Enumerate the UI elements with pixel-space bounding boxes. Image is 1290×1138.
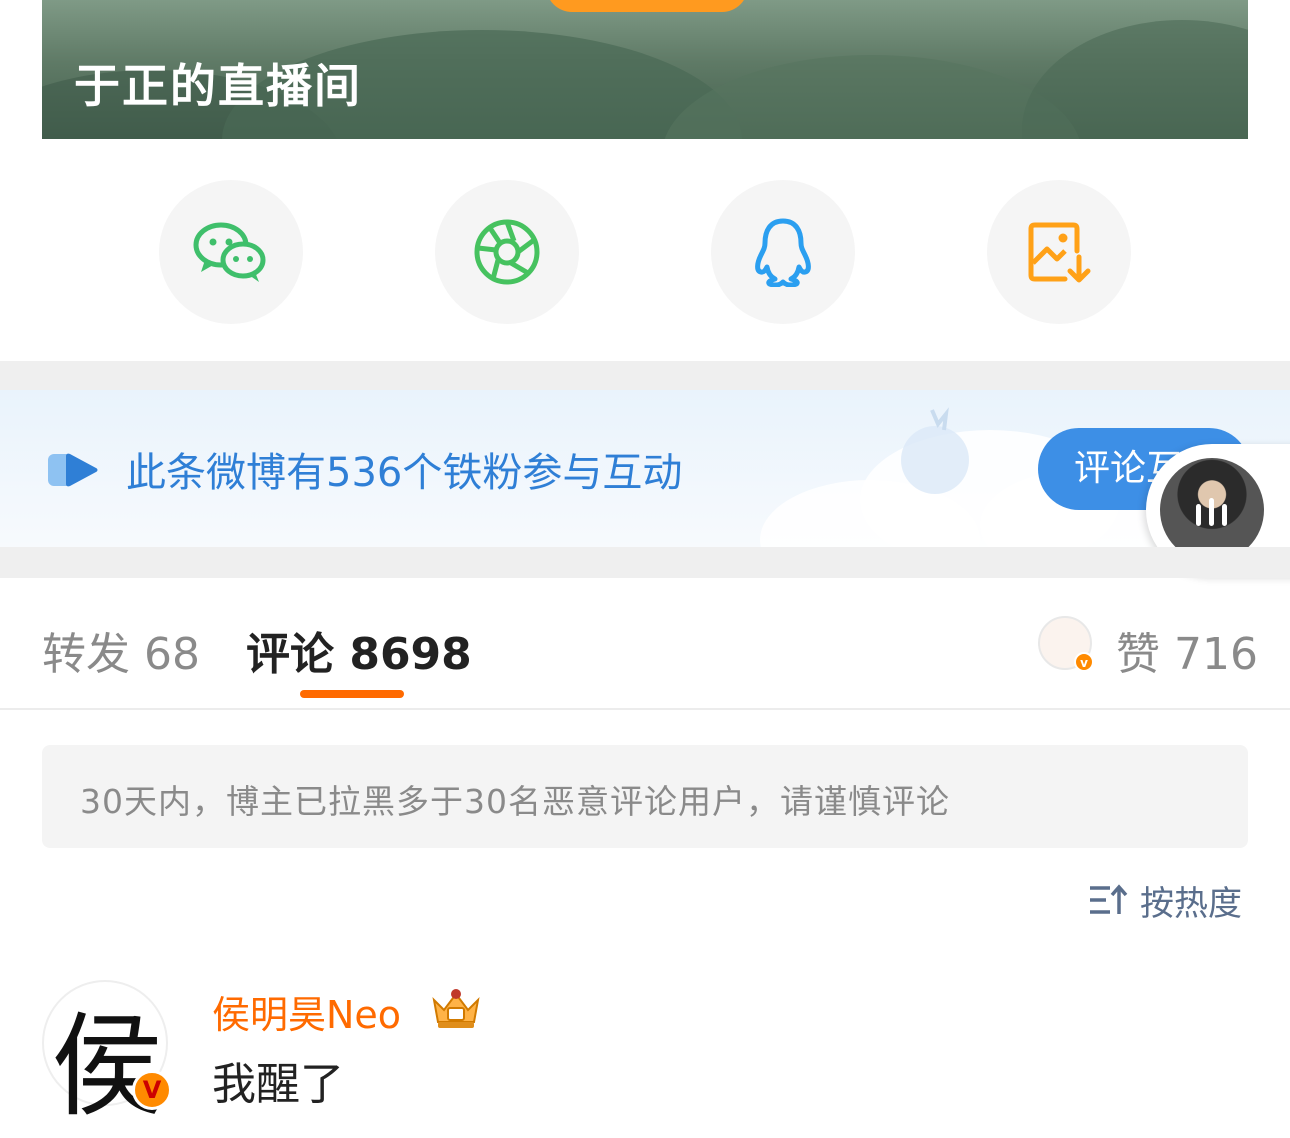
avatar-glyph: 侯	[51, 1002, 163, 1132]
crown-badge-icon	[432, 989, 480, 1028]
fans-decoration-icon	[901, 407, 969, 494]
comment-notice: 30天内，博主已拉黑多于30名恶意评论用户，请谨慎评论	[42, 745, 1248, 848]
sort-by-hot-button[interactable]: 按热度	[1088, 878, 1242, 924]
liker-avatar[interactable]: v	[1038, 616, 1094, 672]
tab-comment[interactable]: 评论 8698	[246, 618, 472, 682]
interaction-tabs: 转发 68 评论 8698 v 赞 716	[0, 578, 1290, 710]
share-row	[0, 180, 1290, 325]
commenter-avatar[interactable]: 侯 V	[42, 980, 172, 1132]
verified-badge: V	[132, 1070, 172, 1110]
comment-text: 我醒了	[212, 1059, 344, 1110]
moments-icon	[474, 219, 540, 285]
wechat-icon	[193, 222, 266, 282]
live-room-title: 于正的直播间	[74, 59, 362, 113]
save-image-button[interactable]	[987, 180, 1131, 324]
enter-live-button[interactable]	[546, 0, 748, 12]
sort-icon	[1090, 884, 1128, 914]
share-qq-button[interactable]	[711, 180, 855, 324]
live-bars-icon	[1196, 498, 1227, 526]
save-image-icon	[1028, 222, 1091, 283]
tab-forward[interactable]: 转发 68	[42, 618, 200, 682]
section-divider	[0, 547, 1290, 578]
notice-text: 30天内，博主已拉黑多于30名恶意评论用户，请谨慎评论	[80, 782, 950, 821]
sort-label: 按热度	[1140, 883, 1242, 924]
section-divider	[0, 361, 1290, 390]
commenter-name[interactable]: 侯明昊Neo	[212, 984, 401, 1039]
double-play-icon	[48, 453, 98, 487]
qq-icon	[755, 218, 811, 287]
live-room-banner[interactable]: 于正的直播间	[42, 0, 1248, 139]
share-wechat-button[interactable]	[159, 180, 303, 324]
iron-fans-text: 此条微博有536个铁粉参与互动	[126, 450, 683, 496]
active-tab-indicator	[300, 690, 404, 698]
tab-like[interactable]: 赞 716	[1116, 618, 1258, 682]
verified-badge: v	[1074, 652, 1094, 672]
share-moments-button[interactable]	[435, 180, 579, 324]
